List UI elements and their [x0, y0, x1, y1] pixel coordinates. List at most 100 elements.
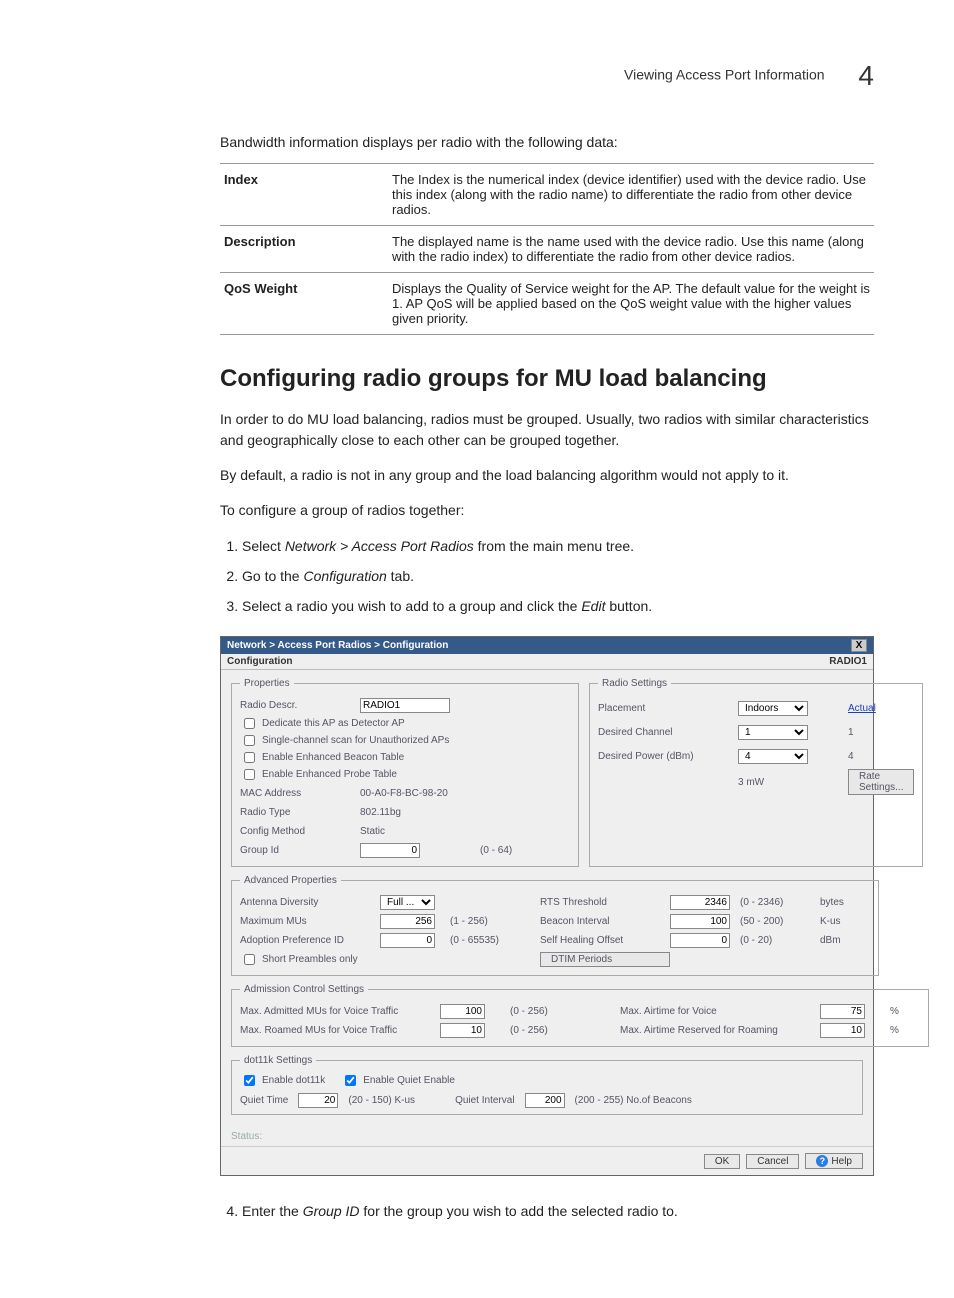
cancel-button[interactable]: Cancel — [746, 1154, 799, 1169]
properties-fieldset: Properties Radio Descr. Dedicate this AP… — [231, 678, 579, 867]
header-title: Viewing Access Port Information — [624, 67, 825, 83]
beacon-interval-input[interactable] — [670, 914, 730, 929]
pct-2: % — [890, 1025, 920, 1036]
probe-table-checkbox[interactable]: Enable Enhanced Probe Table — [240, 766, 570, 783]
dialog-title: Network > Access Port Radios > Configura… — [227, 640, 448, 651]
beacon-interval-label: Beacon Interval — [540, 916, 670, 927]
beacon-interval-range: (50 - 200) — [740, 916, 820, 927]
quiet-time-label: Quiet Time — [240, 1095, 288, 1106]
desired-power-select[interactable]: 4 — [738, 749, 808, 764]
pct-1: % — [890, 1006, 920, 1017]
table-row: Index The Index is the numerical index (… — [220, 164, 874, 226]
advanced-properties-fieldset: Advanced Properties Antenna Diversity Fu… — [231, 875, 879, 976]
max-roamed-mus-label: Max. Roamed MUs for Voice Traffic — [240, 1025, 440, 1036]
para-1: In order to do MU load balancing, radios… — [220, 409, 874, 451]
desired-channel-select[interactable]: 1 — [738, 725, 808, 740]
section-heading: Configuring radio groups for MU load bal… — [220, 365, 874, 393]
actual-link[interactable]: Actual — [848, 703, 908, 714]
antenna-diversity-select[interactable]: Full ... — [380, 895, 435, 910]
close-icon[interactable]: X — [851, 639, 867, 652]
config-dialog: Network > Access Port Radios > Configura… — [220, 636, 874, 1176]
quiet-time-range: (20 - 150) K-us — [348, 1095, 415, 1106]
rate-settings-button[interactable]: Rate Settings... — [848, 769, 914, 795]
quiet-interval-range: (200 - 255) No.of Beacons — [575, 1095, 692, 1106]
status-bar: Status: — [221, 1127, 873, 1146]
properties-legend: Properties — [240, 678, 294, 689]
dtim-periods-button[interactable]: DTIM Periods — [540, 952, 670, 967]
para-3: To configure a group of radios together: — [220, 500, 874, 521]
rts-range: (0 - 2346) — [740, 897, 820, 908]
rts-threshold-label: RTS Threshold — [540, 897, 670, 908]
radio-settings-fieldset: Radio Settings Placement Indoors Actual … — [589, 678, 923, 867]
max-admitted-mus-label: Max. Admitted MUs for Voice Traffic — [240, 1006, 440, 1017]
admission-control-legend: Admission Control Settings — [240, 984, 368, 995]
placement-select[interactable]: Indoors — [738, 701, 808, 716]
beacon-interval-unit: K-us — [820, 916, 870, 927]
detector-ap-checkbox[interactable]: Dedicate this AP as Detector AP — [240, 715, 570, 732]
quiet-interval-label: Quiet Interval — [455, 1095, 514, 1106]
enable-quiet-checkbox[interactable]: Enable Quiet Enable — [341, 1072, 455, 1089]
radio-descr-input[interactable] — [360, 698, 450, 713]
admission-control-fieldset: Admission Control Settings Max. Admitted… — [231, 984, 929, 1047]
maximum-mus-range: (1 - 256) — [450, 916, 540, 927]
dot11k-legend: dot11k Settings — [240, 1055, 316, 1066]
self-healing-unit: dBm — [820, 935, 870, 946]
step-3: Select a radio you wish to add to a grou… — [242, 595, 874, 619]
self-healing-range: (0 - 20) — [740, 935, 820, 946]
max-roamed-mus-input[interactable] — [440, 1023, 485, 1038]
rts-threshold-input[interactable] — [670, 895, 730, 910]
maximum-mus-label: Maximum MUs — [240, 916, 380, 927]
group-id-input[interactable] — [360, 843, 420, 858]
enable-dot11k-checkbox[interactable]: Enable dot11k — [240, 1072, 325, 1089]
radio-settings-legend: Radio Settings — [598, 678, 671, 689]
adoption-pref-input[interactable] — [380, 933, 435, 948]
advanced-properties-legend: Advanced Properties — [240, 875, 341, 886]
power-actual: 4 — [848, 751, 908, 762]
config-method-value: Static — [360, 826, 480, 837]
help-icon: ? — [816, 1155, 828, 1167]
help-button[interactable]: ?Help — [805, 1153, 863, 1169]
quiet-interval-input[interactable] — [525, 1093, 565, 1108]
dialog-titlebar: Network > Access Port Radios > Configura… — [221, 637, 873, 654]
antenna-diversity-label: Antenna Diversity — [240, 897, 380, 908]
para-2: By default, a radio is not in any group … — [220, 465, 874, 486]
running-header: Viewing Access Port Information 4 — [220, 60, 874, 92]
max-airtime-roaming-label: Max. Airtime Reserved for Roaming — [620, 1025, 820, 1036]
desired-power-label: Desired Power (dBm) — [598, 751, 738, 762]
self-healing-input[interactable] — [670, 933, 730, 948]
max-airtime-voice-input[interactable] — [820, 1004, 865, 1019]
short-preambles-checkbox[interactable]: Short Preambles only — [240, 951, 540, 968]
table-row: Description The displayed name is the na… — [220, 226, 874, 273]
max-admitted-mus-input[interactable] — [440, 1004, 485, 1019]
ok-button[interactable]: OK — [704, 1154, 740, 1169]
maximum-mus-input[interactable] — [380, 914, 435, 929]
radio-descr-label: Radio Descr. — [240, 700, 360, 711]
beacon-table-checkbox[interactable]: Enable Enhanced Beacon Table — [240, 749, 570, 766]
max-roamed-mus-range: (0 - 256) — [510, 1025, 590, 1036]
radio-name-label: RADIO1 — [829, 656, 867, 667]
desired-channel-label: Desired Channel — [598, 727, 738, 738]
power-mw: 3 mW — [738, 777, 848, 788]
max-admitted-mus-range: (0 - 256) — [510, 1006, 590, 1017]
adoption-pref-range: (0 - 65535) — [450, 935, 540, 946]
desc-qos: Displays the Quality of Service weight f… — [388, 273, 874, 335]
placement-label: Placement — [598, 703, 738, 714]
rts-unit: bytes — [820, 897, 870, 908]
mac-value: 00-A0-F8-BC-98-20 — [360, 788, 480, 799]
adoption-pref-label: Adoption Preference ID — [240, 935, 380, 946]
quiet-time-input[interactable] — [298, 1093, 338, 1108]
term-qos: QoS Weight — [220, 273, 388, 335]
term-index: Index — [220, 164, 388, 226]
step-1: Select Network > Access Port Radios from… — [242, 535, 874, 559]
table-row: QoS Weight Displays the Quality of Servi… — [220, 273, 874, 335]
group-id-range: (0 - 64) — [480, 845, 570, 856]
tab-configuration[interactable]: Configuration — [227, 656, 293, 667]
radio-type-label: Radio Type — [240, 807, 360, 818]
single-channel-checkbox[interactable]: Single-channel scan for Unauthorized APs — [240, 732, 570, 749]
channel-actual: 1 — [848, 727, 908, 738]
term-description: Description — [220, 226, 388, 273]
max-airtime-voice-label: Max. Airtime for Voice — [620, 1006, 820, 1017]
max-airtime-roaming-input[interactable] — [820, 1023, 865, 1038]
step-4: Enter the Group ID for the group you wis… — [242, 1200, 874, 1224]
steps-list-cont: Enter the Group ID for the group you wis… — [220, 1200, 874, 1224]
